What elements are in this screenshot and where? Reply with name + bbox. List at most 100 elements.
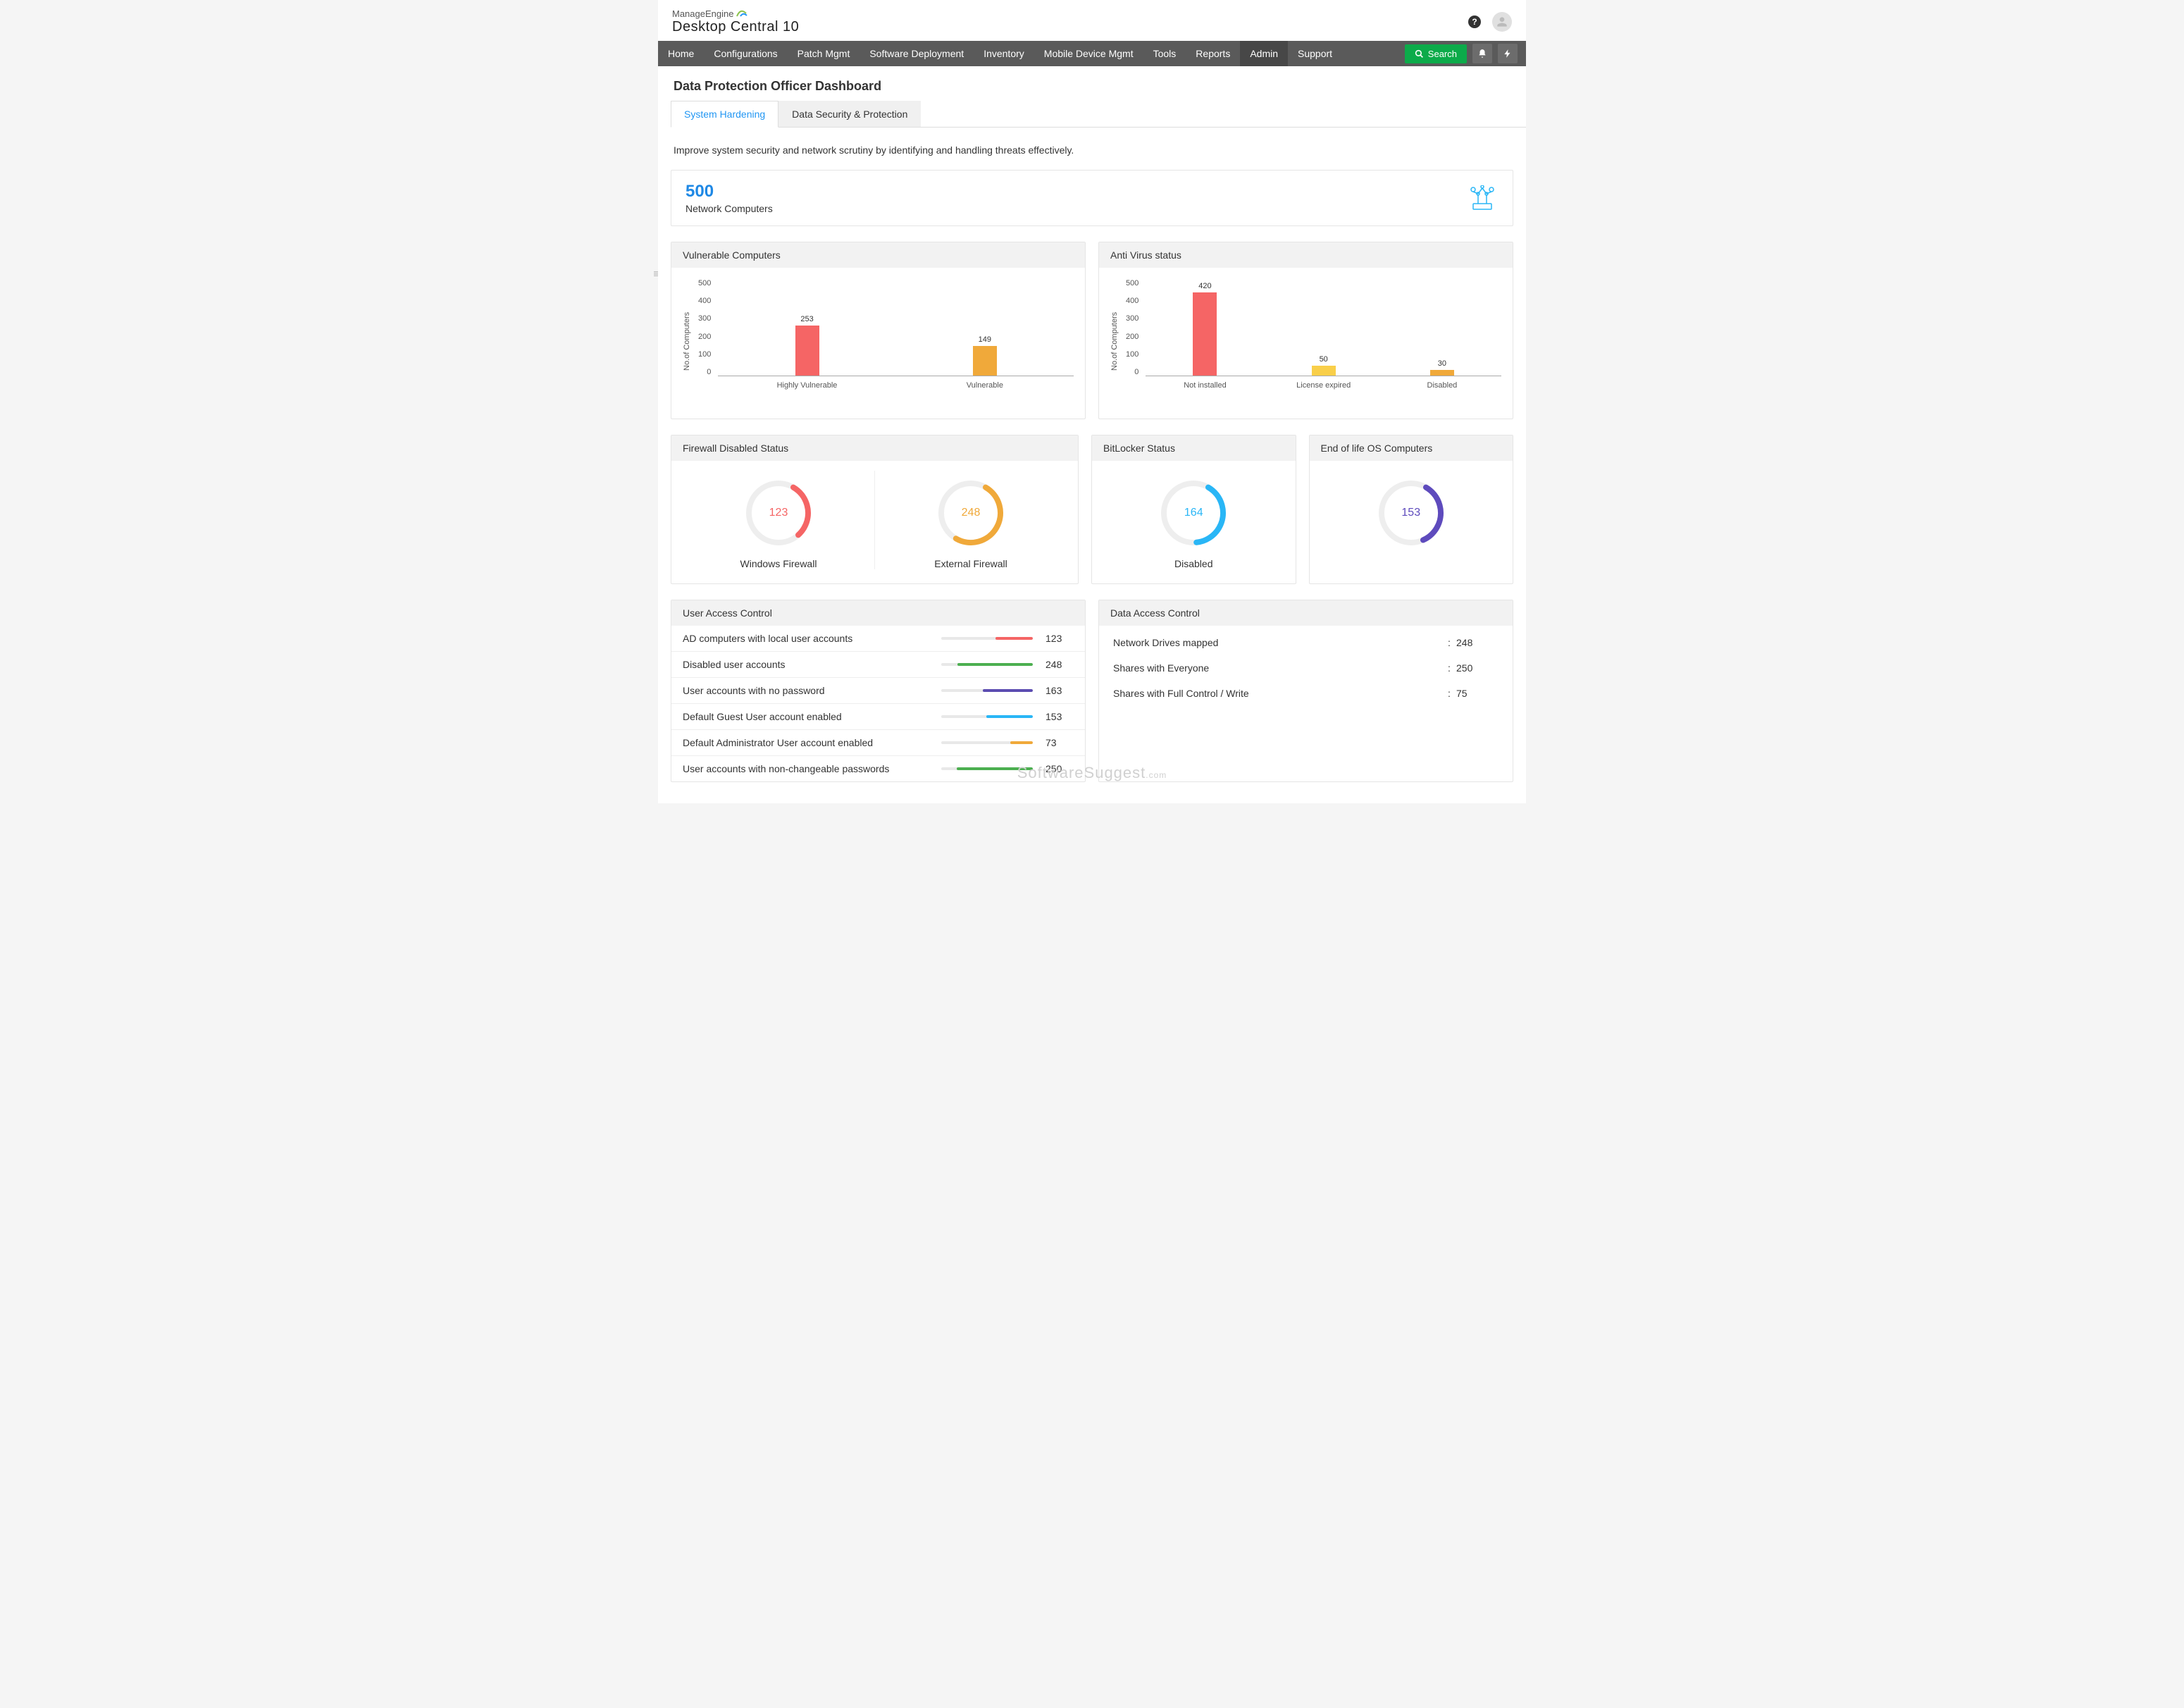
bar-col[interactable]: 253Highly Vulnerable: [718, 278, 895, 376]
bar-value-label: 50: [1320, 355, 1328, 364]
bar-col[interactable]: 50License expired: [1265, 278, 1383, 376]
antivirus-status-card: Anti Virus status No.of Computers5004003…: [1098, 242, 1513, 419]
uac-label: AD computers with local user accounts: [683, 633, 941, 644]
notifications-button[interactable]: [1472, 44, 1492, 63]
card-title: BitLocker Status: [1092, 435, 1296, 461]
dac-value: 250: [1456, 662, 1499, 674]
uac-label: User accounts with non-changeable passwo…: [683, 763, 941, 774]
dac-value: 248: [1456, 637, 1499, 648]
donut-caption: Windows Firewall: [683, 558, 874, 569]
page-title: Data Protection Officer Dashboard: [658, 66, 1526, 101]
nav-item-admin[interactable]: Admin: [1240, 41, 1288, 66]
search-button[interactable]: Search: [1405, 44, 1467, 63]
donut-value: 123: [743, 478, 814, 548]
bolt-icon: [1503, 49, 1513, 58]
search-label: Search: [1428, 49, 1457, 59]
uac-bar: [941, 689, 1033, 692]
card-title: Data Access Control: [1099, 600, 1513, 626]
data-access-control-card: Data Access Control Network Drives mappe…: [1098, 600, 1513, 782]
y-ticks: 5004003002001000: [698, 278, 711, 376]
y-axis-label: No.of Computers: [683, 278, 691, 404]
dac-label: Shares with Full Control / Write: [1113, 688, 1442, 699]
donut-wrap[interactable]: 248 External Firewall: [874, 471, 1067, 569]
app-logo: ManageEngine Desktop Central 10: [672, 8, 799, 35]
nav-item-home[interactable]: Home: [658, 41, 704, 66]
uac-bar: [941, 741, 1033, 744]
bar: [1312, 366, 1336, 376]
tab-system-hardening[interactable]: System Hardening: [671, 101, 778, 128]
summary-label: Network Computers: [685, 203, 773, 214]
tab-data-security-protection[interactable]: Data Security & Protection: [778, 101, 921, 127]
uac-label: Default Administrator User account enabl…: [683, 737, 941, 748]
main-nav: HomeConfigurationsPatch MgmtSoftware Dep…: [658, 41, 1526, 66]
user-avatar[interactable]: [1492, 12, 1512, 32]
card-title: End of life OS Computers: [1310, 435, 1513, 461]
bar-category-label: Vulnerable: [967, 381, 1003, 390]
uac-bar: [941, 663, 1033, 666]
brand-swoosh-icon: [736, 9, 747, 19]
bar-value-label: 149: [979, 335, 991, 344]
bar-category-label: Not installed: [1184, 381, 1227, 390]
bar-value-label: 420: [1198, 282, 1211, 290]
donut-value: 153: [1376, 478, 1446, 548]
user-access-control-card: User Access Control AD computers with lo…: [671, 600, 1086, 782]
bar-category-label: Highly Vulnerable: [777, 381, 838, 390]
bar-col[interactable]: 30Disabled: [1383, 278, 1501, 376]
bar: [1193, 292, 1217, 376]
vulnerable-computers-card: Vulnerable Computers No.of Computers 5004…: [671, 242, 1086, 419]
bitlocker-status-card: BitLocker Status 164Disabled: [1091, 435, 1296, 584]
bar-category-label: Disabled: [1427, 381, 1458, 390]
bar-value-label: 30: [1438, 359, 1446, 368]
y-ticks: 5004003002001000: [1126, 278, 1138, 376]
nav-item-support[interactable]: Support: [1288, 41, 1342, 66]
bar-col[interactable]: 420Not installed: [1146, 278, 1264, 376]
bar-col[interactable]: 149Vulnerable: [896, 278, 1074, 376]
uac-value: 163: [1046, 685, 1074, 696]
donut-wrap[interactable]: 153: [1321, 471, 1502, 548]
uac-row[interactable]: Default Administrator User account enabl…: [671, 729, 1085, 755]
firewall-status-card: Firewall Disabled Status 123 Windows Fire…: [671, 435, 1079, 584]
donut-value: 248: [936, 478, 1006, 548]
uac-bar: [941, 637, 1033, 640]
bar: [1430, 370, 1454, 376]
uac-bar: [941, 767, 1033, 770]
uac-row[interactable]: Disabled user accounts248: [671, 651, 1085, 677]
dac-row: Network Drives mapped:248: [1105, 630, 1507, 655]
uac-row[interactable]: User accounts with non-changeable passwo…: [671, 755, 1085, 781]
uac-value: 153: [1046, 711, 1074, 722]
app-header: ManageEngine Desktop Central 10 ?: [658, 0, 1526, 41]
nav-item-patch-mgmt[interactable]: Patch Mgmt: [788, 41, 860, 66]
nav-item-configurations[interactable]: Configurations: [704, 41, 787, 66]
uac-label: User accounts with no password: [683, 685, 941, 696]
uac-row[interactable]: User accounts with no password 163: [671, 677, 1085, 703]
help-icon[interactable]: ?: [1468, 16, 1481, 28]
card-title: Anti Virus status: [1099, 242, 1513, 268]
uac-bar: [941, 715, 1033, 718]
dac-label: Shares with Everyone: [1113, 662, 1442, 674]
uac-value: 73: [1046, 737, 1074, 748]
nav-item-mobile-device-mgmt[interactable]: Mobile Device Mgmt: [1034, 41, 1143, 66]
card-title: Firewall Disabled Status: [671, 435, 1078, 461]
donut-caption: External Firewall: [875, 558, 1067, 569]
panel-collapse-handle[interactable]: [654, 259, 658, 287]
dac-value: 75: [1456, 688, 1499, 699]
search-icon: [1415, 49, 1424, 58]
uac-row[interactable]: Default Guest User account enabled153: [671, 703, 1085, 729]
nav-item-tools[interactable]: Tools: [1143, 41, 1186, 66]
chart-plot-area: 420Not installed50License expired30Disab…: [1146, 278, 1501, 376]
uac-value: 123: [1046, 633, 1074, 644]
card-title: Vulnerable Computers: [671, 242, 1085, 268]
brand-bottom: Desktop Central 10: [672, 19, 799, 35]
summary-card: 500 Network Computers: [671, 170, 1513, 226]
nav-item-reports[interactable]: Reports: [1186, 41, 1240, 66]
nav-item-inventory[interactable]: Inventory: [974, 41, 1034, 66]
donut-wrap[interactable]: 123 Windows Firewall: [683, 471, 874, 569]
uac-value: 248: [1046, 659, 1074, 670]
uac-row[interactable]: AD computers with local user accounts 123: [671, 626, 1085, 651]
dac-row: Shares with Full Control / Write:75: [1105, 681, 1507, 706]
nav-item-software-deployment[interactable]: Software Deployment: [860, 41, 974, 66]
network-icon: [1466, 185, 1499, 211]
donut-wrap[interactable]: 164Disabled: [1103, 471, 1284, 569]
bell-icon: [1477, 49, 1487, 58]
quick-action-button[interactable]: [1498, 44, 1518, 63]
